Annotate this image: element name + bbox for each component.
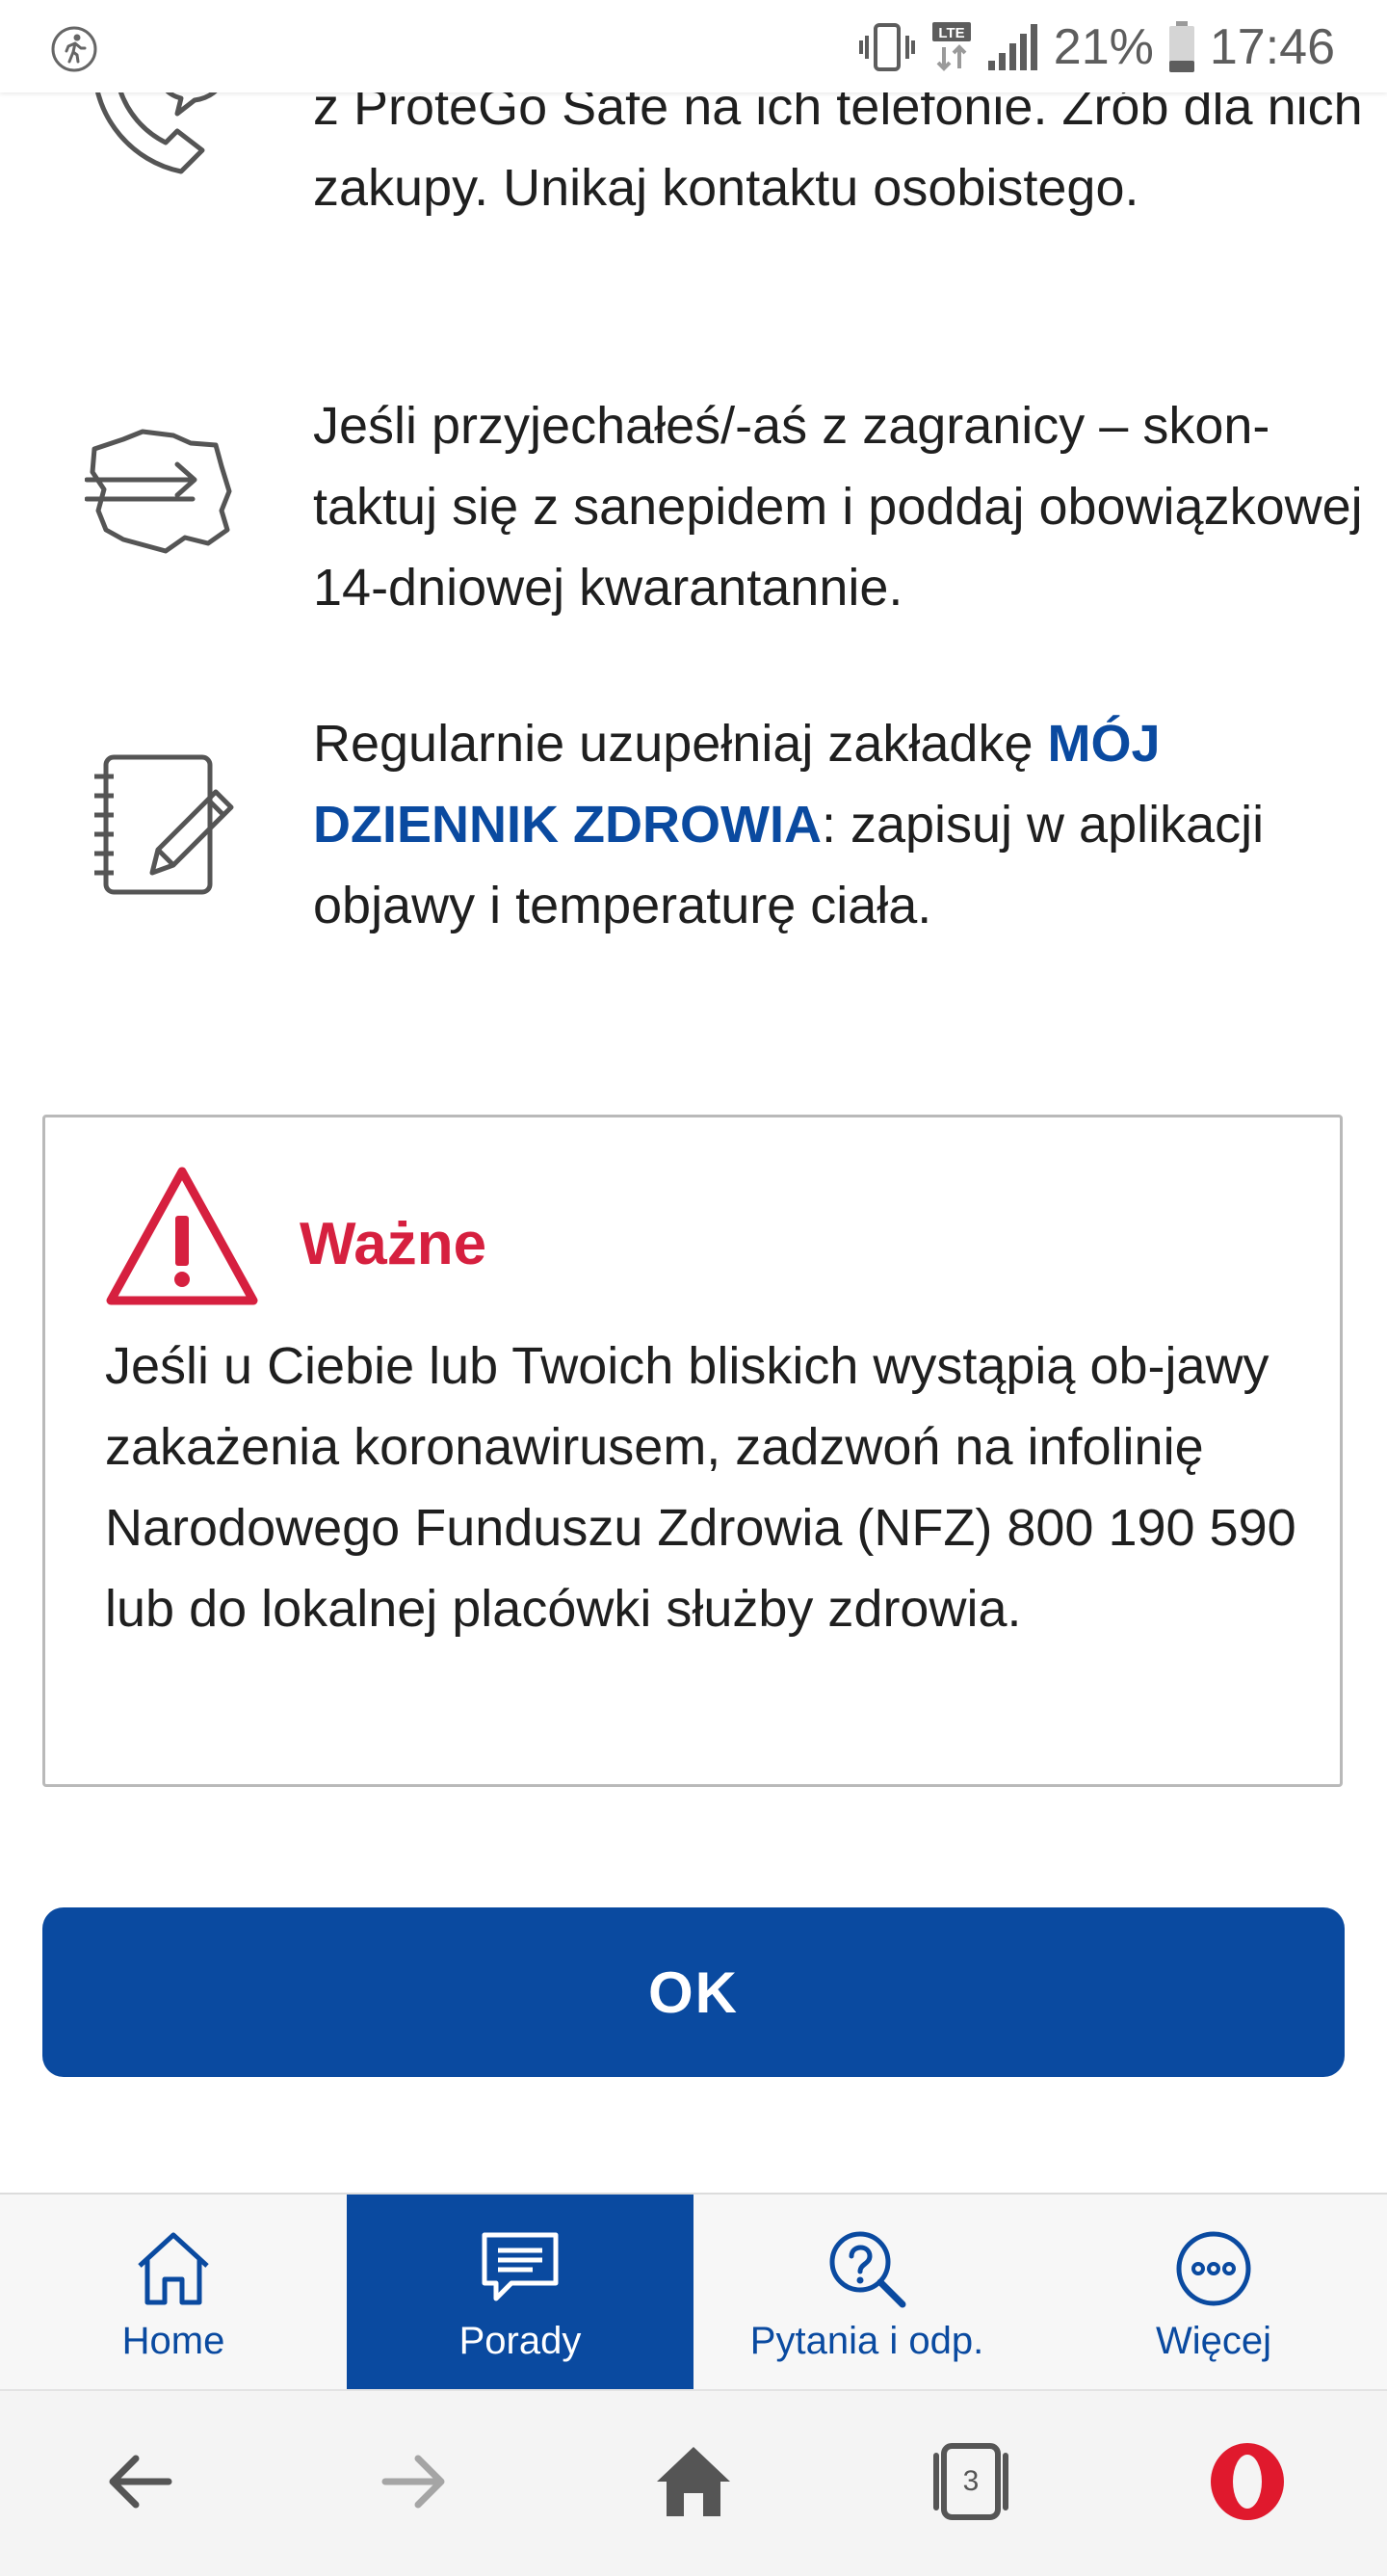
tip-text-start: Regularnie uzupełniaj zakładkę — [313, 715, 1048, 773]
clock: 17:46 — [1209, 19, 1335, 75]
back-arrow-icon — [109, 2455, 172, 2509]
opera-icon — [1211, 2443, 1284, 2520]
important-notice: Ważne Jeśli u Ciebie lub Twoich bliskich… — [42, 1115, 1343, 1787]
nav-label: Porady — [458, 2320, 582, 2362]
battery-percent: 21% — [1053, 19, 1154, 75]
chat-advice-icon — [482, 2232, 559, 2301]
home-icon — [657, 2447, 730, 2516]
nav-item-more[interactable]: Więcej — [1040, 2195, 1387, 2391]
vibrate-icon — [858, 23, 915, 71]
browser-tabs-button[interactable]: 3 — [923, 2433, 1019, 2530]
warning-triangle-icon — [106, 1167, 258, 1305]
nav-item-home[interactable]: Home — [0, 2195, 347, 2391]
status-bar: LTE 21% 17:46 — [0, 0, 1387, 92]
question-search-icon — [829, 2231, 906, 2308]
forward-arrow-icon — [381, 2455, 445, 2509]
notebook-pencil-icon — [94, 754, 234, 895]
ok-button[interactable]: OK — [42, 1907, 1345, 2077]
tip-text: Jeśli przyjechałeś/-aś z zagranicy – sko… — [313, 397, 1363, 617]
tip-text: Regularnie uzupełniaj zakładkę MÓJ DZIEN… — [313, 703, 1363, 946]
important-title: Ważne — [300, 1211, 487, 1277]
important-text: Jeśli u Ciebie lub Twoich bliskich wystą… — [105, 1337, 1296, 1638]
lte-icon: LTE — [931, 22, 971, 71]
running-person-icon — [51, 26, 97, 72]
bottom-app-nav: Home Porady Pytania i odp. Więcej — [0, 2193, 1387, 2391]
battery-icon — [1168, 21, 1194, 72]
nav-item-faq[interactable]: Pytania i odp. — [694, 2195, 1040, 2391]
browser-forward-button[interactable] — [366, 2433, 462, 2530]
tabs-count: 3 — [962, 2465, 980, 2497]
opera-menu-button[interactable] — [1199, 2433, 1295, 2530]
nav-label: Więcej — [1155, 2320, 1272, 2362]
svg-text:LTE: LTE — [938, 25, 964, 41]
nav-label: Home — [121, 2320, 225, 2362]
nav-label: Pytania i odp. — [749, 2320, 984, 2362]
home-icon — [138, 2232, 209, 2305]
more-dots-icon — [1176, 2231, 1251, 2306]
browser-toolbar: 3 — [0, 2389, 1387, 2576]
browser-home-button[interactable] — [645, 2433, 742, 2530]
nav-item-porady[interactable]: Porady — [347, 2195, 694, 2391]
signal-icon — [987, 24, 1037, 70]
status-icons: LTE 21% 17:46 — [857, 13, 1335, 81]
browser-back-button[interactable] — [92, 2433, 188, 2530]
poland-map-arrow-icon — [85, 429, 232, 554]
